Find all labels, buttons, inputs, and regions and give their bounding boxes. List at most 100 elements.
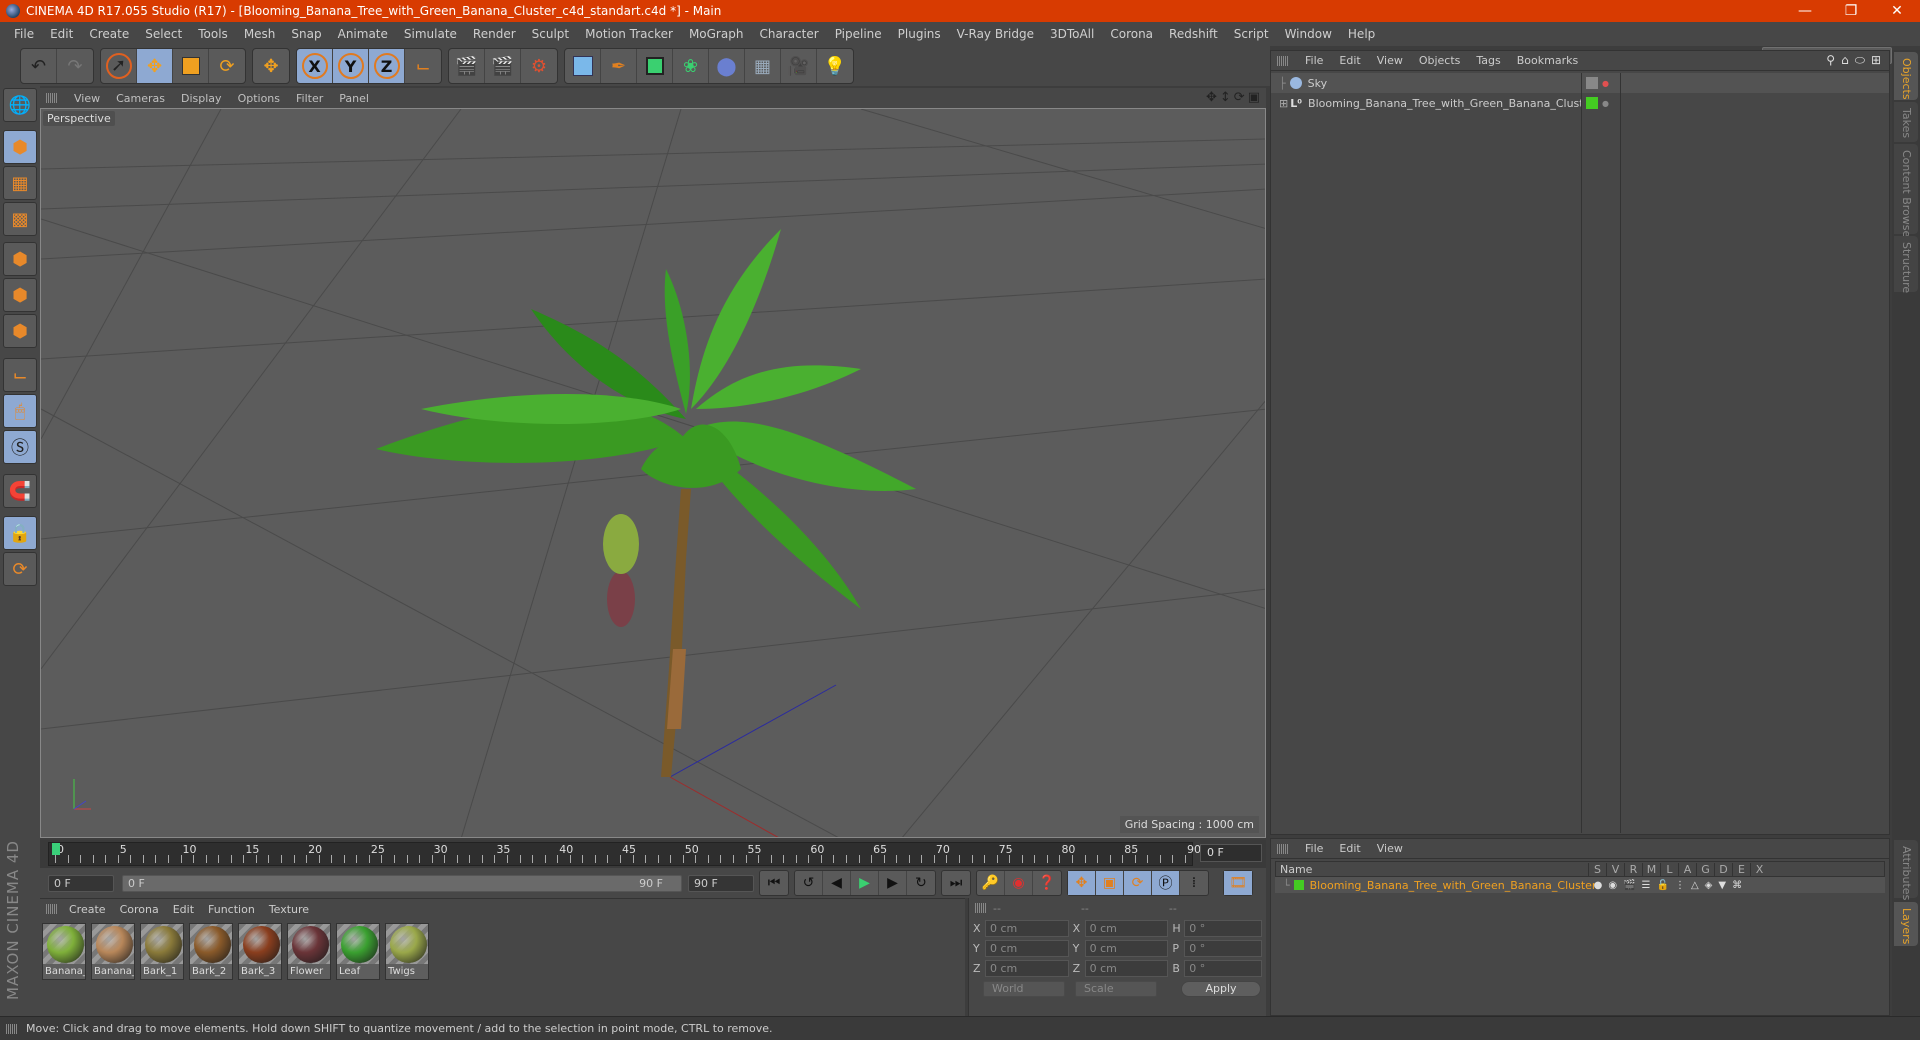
floor-icon[interactable]: ▦ [745, 49, 781, 83]
layer-row[interactable]: └ Blooming_Banana_Tree_with_Green_Banana… [1275, 877, 1885, 893]
render-toggle-icon[interactable]: 🎬 [1623, 880, 1635, 891]
objects-menu-tags[interactable]: Tags [1468, 54, 1508, 67]
pan-icon[interactable]: ✥ [1206, 90, 1217, 105]
viewport-menu-cameras[interactable]: Cameras [108, 92, 173, 105]
material-swatch[interactable]: Bark_1 [140, 923, 184, 980]
next-frame-icon[interactable]: ▶ [879, 871, 907, 895]
redo-icon[interactable]: ↷ [57, 49, 93, 83]
go-to-end-icon[interactable]: ⏭ [942, 871, 970, 895]
position-x-field[interactable]: 0 cm [984, 919, 1069, 937]
scale-icon[interactable] [173, 49, 209, 83]
move-icon[interactable]: ✥ [137, 49, 173, 83]
array-icon[interactable]: ❀ [673, 49, 709, 83]
lock-workplane-icon[interactable]: 🔒 [3, 516, 37, 550]
menu-file[interactable]: File [6, 27, 42, 41]
scale-key-icon[interactable]: ▣ [1096, 871, 1124, 895]
menu-redshift[interactable]: Redshift [1161, 27, 1226, 41]
axis-mode-icon[interactable]: ⌙ [3, 358, 37, 392]
menu-sculpt[interactable]: Sculpt [524, 27, 577, 41]
close-button[interactable]: ✕ [1874, 0, 1920, 22]
material-swatch[interactable]: Leaf [336, 923, 380, 980]
search-icon[interactable]: ⚲ [1826, 53, 1835, 68]
tab-structure[interactable]: Structure [1894, 236, 1918, 293]
subdivision-icon[interactable] [637, 49, 673, 83]
menu-tools[interactable]: Tools [190, 27, 236, 41]
object-row-banana-tree[interactable]: ⊞ L⁰ Blooming_Banana_Tree_with_Green_Ban… [1271, 93, 1595, 113]
size-x-field[interactable]: 0 cm [1084, 919, 1169, 937]
expand-icon[interactable]: ⊞ [1279, 97, 1288, 110]
column-view[interactable]: V [1606, 862, 1624, 876]
objects-menu-bookmarks[interactable]: Bookmarks [1509, 54, 1586, 67]
tab-content-browser[interactable]: Content Browser [1894, 144, 1918, 242]
menu-edit[interactable]: Edit [42, 27, 81, 41]
layer-tag-icon[interactable] [1586, 77, 1598, 89]
material-swatch[interactable]: Flower [287, 923, 331, 980]
viewport-menu-panel[interactable]: Panel [331, 92, 377, 105]
position-y-field[interactable]: 0 cm [984, 939, 1069, 957]
menu-mograph[interactable]: MoGraph [681, 27, 752, 41]
z-axis-icon[interactable]: Z [369, 49, 405, 83]
layers-menu-file[interactable]: File [1297, 842, 1331, 855]
pen-icon[interactable]: ✒ [601, 49, 637, 83]
column-solo[interactable]: S [1588, 862, 1606, 876]
home-icon[interactable]: ⌂ [1841, 53, 1849, 68]
material-swatch[interactable]: Banana_ [91, 923, 135, 980]
coordinate-space-dropdown[interactable]: World [983, 981, 1065, 997]
column-expressions[interactable]: E [1732, 862, 1750, 876]
manager-toggle-icon[interactable]: ☰ [1642, 880, 1651, 891]
menu-select[interactable]: Select [137, 27, 190, 41]
solo-toggle-icon[interactable]: ● [1594, 880, 1603, 891]
column-name[interactable]: Name [1276, 863, 1588, 876]
new-panel-icon[interactable]: ⊞ [1871, 53, 1881, 68]
go-to-start-icon[interactable]: ⏮ [760, 871, 788, 895]
menu-create[interactable]: Create [81, 27, 137, 41]
menu-simulate[interactable]: Simulate [396, 27, 465, 41]
select-icon[interactable]: ➚ [101, 49, 137, 83]
current-frame-field[interactable]: 0 F [1200, 844, 1262, 862]
size-z-field[interactable]: 0 cm [1084, 959, 1169, 977]
view-toggle-icon[interactable]: ◉ [1608, 880, 1617, 891]
menu-script[interactable]: Script [1226, 27, 1277, 41]
minimize-button[interactable]: — [1782, 0, 1828, 22]
generator-toggle-icon[interactable]: △ [1691, 880, 1699, 891]
edges-mode-icon[interactable]: ⬢ [3, 278, 37, 312]
tweak-mode-icon[interactable]: 🖱 [3, 394, 37, 428]
column-xref[interactable]: X [1750, 862, 1768, 876]
next-key-icon[interactable]: ↻ [907, 871, 935, 895]
apply-button[interactable]: Apply [1181, 981, 1261, 997]
column-locked[interactable]: L [1660, 862, 1678, 876]
coord-grip-icon[interactable] [975, 903, 987, 913]
polygons-mode-icon[interactable]: ⬢ [3, 314, 37, 348]
deformer-icon[interactable]: ⬤ [709, 49, 745, 83]
snap-icon[interactable]: 🧲 [3, 474, 37, 508]
layers-menu-edit[interactable]: Edit [1331, 842, 1368, 855]
coordinate-mode-dropdown[interactable]: Scale [1075, 981, 1157, 997]
animation-toggle-icon[interactable]: ⋮ [1675, 880, 1685, 891]
render-view-icon[interactable]: 🎬 [449, 49, 485, 83]
render-settings-icon[interactable]: ⚙ [521, 49, 557, 83]
material-swatch[interactable]: Banana_ [42, 923, 86, 980]
make-editable-icon[interactable]: 🌐 [3, 88, 37, 122]
points-mode-icon[interactable]: ⬢ [3, 242, 37, 276]
rotation-p-field[interactable]: 0 ° [1184, 939, 1262, 957]
xref-toggle-icon[interactable]: ⌘ [1732, 880, 1742, 891]
visibility-dots-icon[interactable]: ● [1602, 79, 1609, 88]
undo-icon[interactable]: ↶ [21, 49, 57, 83]
lock-toggle-icon[interactable]: 🔓 [1657, 880, 1669, 891]
objects-menu-edit[interactable]: Edit [1331, 54, 1368, 67]
maximize-icon[interactable]: ▣ [1248, 90, 1260, 105]
material-grip-icon[interactable] [46, 904, 58, 914]
workplane-sync-icon[interactable]: ⟳ [3, 552, 37, 586]
column-manager[interactable]: M [1642, 862, 1660, 876]
coordinate-system-icon[interactable]: ⌙ [405, 49, 441, 83]
x-axis-icon[interactable]: X [297, 49, 333, 83]
record-help-icon[interactable]: ❓ [1033, 871, 1061, 895]
rotate-icon[interactable]: ⟳ [209, 49, 245, 83]
column-generators[interactable]: G [1696, 862, 1714, 876]
menu-window[interactable]: Window [1277, 27, 1340, 41]
eye-icon[interactable]: ⬭ [1855, 53, 1865, 68]
play-icon[interactable]: ▶ [851, 871, 879, 895]
banana-tree-model[interactable] [376, 229, 916, 777]
layer-color-icon[interactable] [1586, 97, 1598, 109]
previous-frame-icon[interactable]: ◀ [823, 871, 851, 895]
